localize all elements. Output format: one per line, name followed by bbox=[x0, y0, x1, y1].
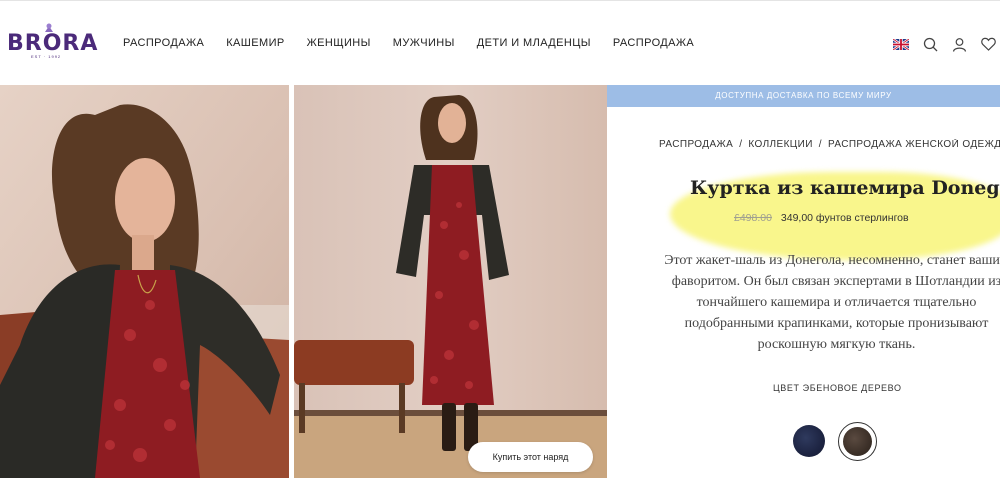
site-header: BRORA EST · 1992 РАСПРОДАЖА КАШЕМИР ЖЕНЩ… bbox=[0, 0, 1000, 85]
original-price: £498.00 bbox=[734, 212, 772, 224]
product-photo-seated[interactable] bbox=[0, 85, 289, 478]
nav-item-sale-2[interactable]: РАСПРОДАЖА bbox=[613, 37, 694, 49]
price-row: £498.00 349,00 фунтов стерлингов bbox=[734, 212, 909, 224]
breadcrumb-item-womens-sale[interactable]: РАСПРОДАЖА ЖЕНСКОЙ ОДЕЖДЫ bbox=[828, 139, 1000, 150]
color-label: ЦВЕТ ЭБЕНОВОЕ ДЕРЕВО bbox=[773, 383, 902, 393]
logo-wordmark: BRORA bbox=[7, 31, 99, 56]
brora-logo[interactable]: BRORA EST · 1992 bbox=[7, 23, 99, 63]
breadcrumb: РАСПРОДАЖА / КОЛЛЕКЦИИ / РАСПРОДАЖА ЖЕНСКОЙ … bbox=[659, 139, 1000, 150]
header-icons bbox=[893, 36, 996, 52]
sale-price: 349,00 фунтов стерлингов bbox=[780, 212, 909, 224]
breadcrumb-item-collections[interactable]: КОЛЛЕКЦИИ bbox=[748, 139, 812, 150]
wishlist-heart-icon[interactable] bbox=[980, 36, 996, 52]
product-photo-standing[interactable] bbox=[294, 85, 607, 478]
breadcrumb-item-sale[interactable]: РАСПРОДАЖА bbox=[659, 139, 733, 150]
main-nav: РАСПРОДАЖА КАШЕМИР ЖЕНЩИНЫ МУЖЧИНЫ ДЕТИ … bbox=[123, 37, 716, 49]
nav-item-kids[interactable]: ДЕТИ И МЛАДЕНЦЫ bbox=[477, 37, 591, 49]
breadcrumb-separator: / bbox=[818, 139, 822, 150]
nav-item-cashmere[interactable]: КАШЕМИР bbox=[226, 37, 284, 49]
product-description: Этот жакет-шаль из Донегола, несомненно,… bbox=[664, 253, 1000, 352]
color-swatch-ebony[interactable] bbox=[843, 427, 872, 456]
shop-the-look-button[interactable]: Купить этот наряд bbox=[468, 442, 593, 472]
nav-item-sale[interactable]: РАСПРОДАЖА bbox=[123, 37, 204, 49]
account-icon[interactable] bbox=[951, 36, 967, 52]
logo-established: EST · 1992 bbox=[31, 54, 62, 59]
nav-item-men[interactable]: МУЖЧИНЫ bbox=[393, 37, 455, 49]
uk-flag-icon[interactable] bbox=[893, 36, 909, 52]
nav-item-women[interactable]: ЖЕНЩИНЫ bbox=[307, 37, 371, 49]
breadcrumb-separator: / bbox=[739, 139, 743, 150]
color-swatch-navy[interactable] bbox=[793, 425, 825, 457]
shipping-banner: ДОСТУПНА ДОСТАВКА ПО ВСЕМУ МИРУ bbox=[607, 85, 1000, 107]
product-title: Куртка из кашемира Donegal bbox=[690, 177, 1000, 199]
search-icon[interactable] bbox=[922, 36, 938, 52]
